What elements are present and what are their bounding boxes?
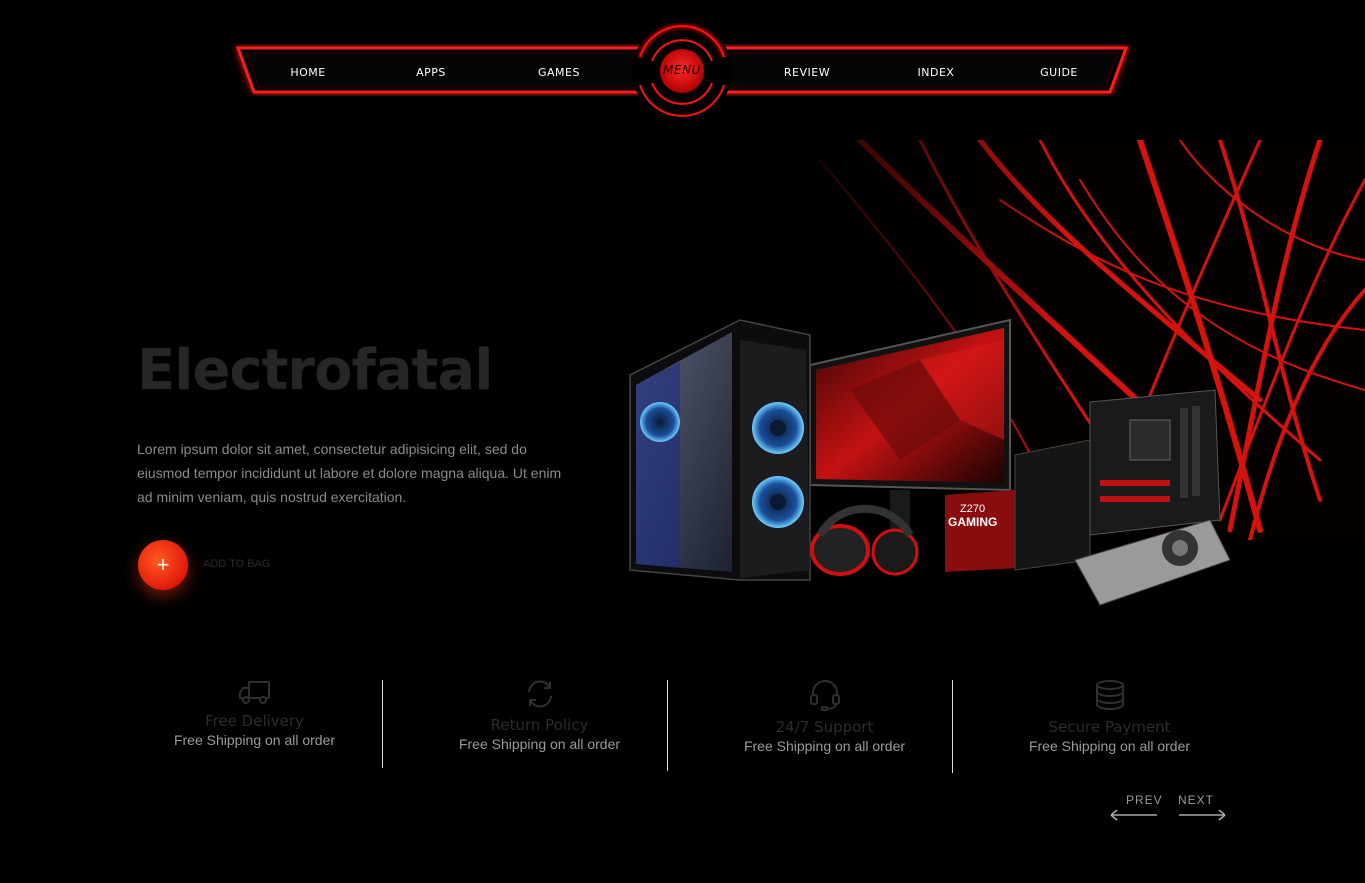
nav-item-guide[interactable]: GUIDE xyxy=(1040,66,1078,79)
arrow-left-icon[interactable] xyxy=(1107,808,1159,822)
headset-icon xyxy=(809,680,840,711)
add-to-bag-label[interactable]: ADD TO BAG xyxy=(203,558,270,570)
feature-subtitle: Free Shipping on all order xyxy=(458,736,621,752)
feature-divider xyxy=(952,680,953,773)
feature-secure-payment: Secure Payment Free Shipping on all orde… xyxy=(967,678,1252,754)
nav-item-index[interactable]: INDEX xyxy=(918,66,955,79)
feature-title: Return Policy xyxy=(490,716,589,734)
hero-product-image: Z270 GAMING xyxy=(629,140,1365,610)
feature-subtitle: Free Shipping on all order xyxy=(173,732,336,748)
feature-free-delivery: Free Delivery Free Shipping on all order xyxy=(112,678,397,748)
next-button[interactable]: NEXT xyxy=(1178,793,1214,807)
feature-subtitle: Free Shipping on all order xyxy=(1028,738,1191,754)
feature-divider xyxy=(382,680,383,768)
hero-description: Lorem ipsum dolor sit amet, consectetur … xyxy=(137,441,562,505)
nav-item-games[interactable]: GAMES xyxy=(538,66,580,79)
feature-title: 24/7 Support xyxy=(775,718,874,736)
menu-label: MENU xyxy=(663,63,701,77)
nav-item-home[interactable]: HOME xyxy=(290,66,325,79)
svg-text:GAMING: GAMING xyxy=(948,515,997,529)
board-box-text: Z270 xyxy=(960,503,985,515)
refresh-icon xyxy=(527,680,552,708)
feature-return-policy: Return Policy Free Shipping on all order xyxy=(397,678,682,752)
feature-title: Free Delivery xyxy=(205,712,304,730)
database-icon xyxy=(1095,680,1124,711)
truck-icon xyxy=(238,681,270,704)
feature-divider xyxy=(667,680,668,771)
feature-subtitle: Free Shipping on all order xyxy=(743,738,906,754)
nav-item-review[interactable]: REVIEW xyxy=(784,66,830,79)
feature-support: 24/7 Support Free Shipping on all order xyxy=(682,678,967,754)
add-to-bag-button[interactable]: + xyxy=(138,540,188,590)
plus-icon: + xyxy=(156,552,170,577)
nav-item-apps[interactable]: APPS xyxy=(416,66,446,79)
menu-button[interactable]: MENU xyxy=(626,17,738,129)
prev-button[interactable]: PREV xyxy=(1126,793,1163,807)
arrow-right-icon[interactable] xyxy=(1177,808,1229,822)
feature-title: Secure Payment xyxy=(1048,718,1171,736)
hero-title: Electrofatal xyxy=(137,338,493,403)
